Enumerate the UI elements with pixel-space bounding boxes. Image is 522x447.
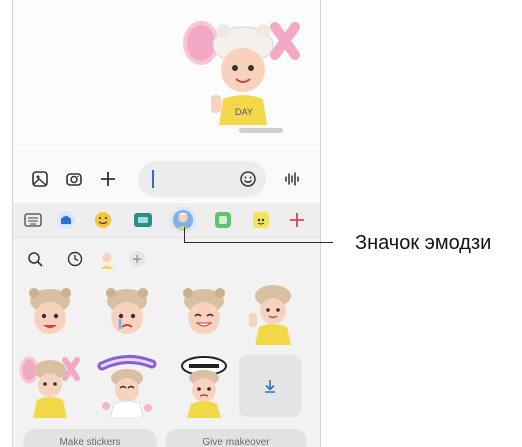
callout-line (184, 242, 333, 243)
message-input-field[interactable] (138, 161, 266, 197)
sticker-bear-hat-smile[interactable] (19, 283, 81, 345)
sticker-thanks[interactable] (96, 355, 158, 418)
emoji-face-icon[interactable] (91, 208, 115, 232)
download-icon (265, 380, 275, 393)
clock-icon[interactable] (63, 247, 87, 271)
gif-icon[interactable] (131, 208, 155, 232)
home-app-icon[interactable] (54, 208, 78, 232)
plus-circle-icon[interactable] (125, 247, 149, 271)
svg-text:DAY: DAY (235, 107, 253, 117)
make-stickers-button[interactable]: Make stickers (23, 429, 157, 447)
sticker-grid (13, 283, 320, 447)
sticker-ok[interactable] (19, 355, 81, 418)
gallery-icon[interactable] (27, 166, 53, 192)
phone-screen: DAY Make stickers Give makeover (12, 0, 321, 447)
sticker-bear-hat-wave[interactable] (239, 283, 301, 345)
callout-label: Значок эмодзи (355, 232, 492, 254)
sticker-download[interactable] (239, 355, 301, 417)
sticker-bear-hat-grin[interactable] (173, 283, 235, 345)
avatar-icon[interactable] (95, 247, 119, 271)
message-input-bar (13, 158, 320, 200)
plus-icon[interactable] (95, 166, 121, 192)
bitmoji-icon[interactable] (249, 208, 273, 232)
add-icon[interactable] (285, 208, 309, 232)
camera-icon[interactable] (61, 166, 87, 192)
emoji-smile-icon[interactable] (235, 166, 261, 192)
callout-line-vertical (184, 227, 185, 242)
search-icon[interactable] (23, 247, 47, 271)
emoji-panel: Make stickers Give makeover (13, 203, 320, 447)
sticker-icon[interactable] (211, 208, 235, 232)
chat-area: DAY (13, 0, 320, 150)
keyboard-icon[interactable] (21, 208, 45, 232)
sticker-bear-hat-cry[interactable] (96, 283, 158, 345)
text-cursor (152, 170, 154, 188)
ar-emoji-icon[interactable] (170, 207, 196, 233)
panel-tab-bar (13, 203, 320, 238)
voice-waveform-icon[interactable] (279, 166, 305, 192)
message-timestamp (239, 128, 283, 133)
give-makeover-button[interactable]: Give makeover (165, 429, 307, 447)
panel-sub-toolbar (13, 239, 320, 279)
sticker-sorry[interactable] (173, 355, 235, 418)
sent-sticker-image[interactable]: DAY (183, 15, 303, 125)
